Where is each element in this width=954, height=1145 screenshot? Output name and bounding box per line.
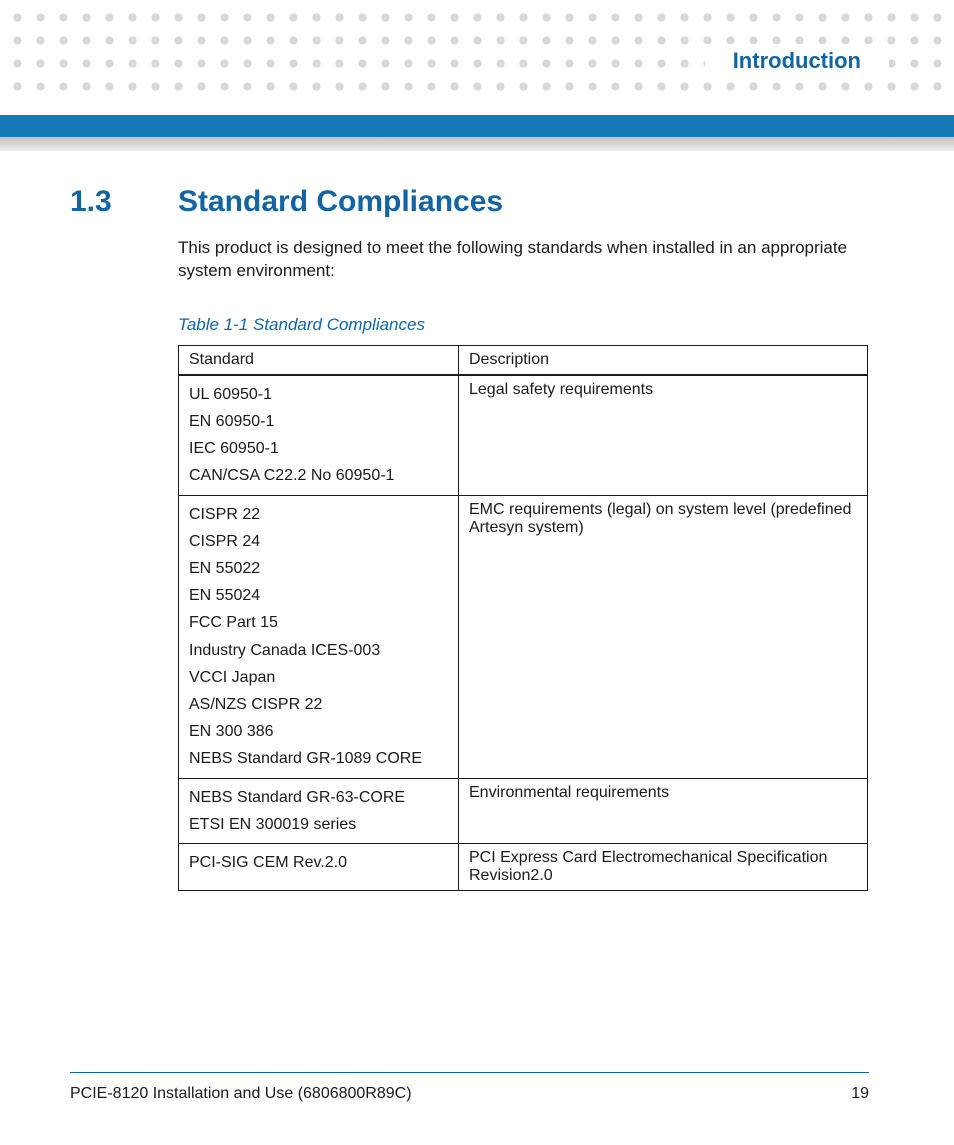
section-intro-text: This product is designed to meet the fol… [178, 237, 869, 283]
standard-item: IEC 60950-1 [189, 435, 448, 462]
table-cell-standard: PCI-SIG CEM Rev.2.0 [179, 843, 459, 890]
footer-doc-title: PCIE-8120 Installation and Use (6806800R… [70, 1085, 412, 1103]
table-row: PCI-SIG CEM Rev.2.0 PCI Express Card Elec… [179, 843, 868, 890]
table-cell-description: Legal safety requirements [459, 375, 868, 495]
table-cell-standard: CISPR 22CISPR 24EN 55022EN 55024FCC Part… [179, 495, 459, 778]
header-gray-bar [0, 137, 954, 151]
table-cell-description: EMC requirements (legal) on system level… [459, 495, 868, 778]
standard-item: CISPR 22 [189, 501, 448, 528]
footer-page-number: 19 [851, 1085, 869, 1103]
standard-item: ETSI EN 300019 series [189, 811, 448, 838]
header-blue-bar [0, 115, 954, 137]
standard-item: Industry Canada ICES-003 [189, 637, 448, 664]
table-header-description: Description [459, 345, 868, 375]
standard-item: NEBS Standard GR-63-CORE [189, 784, 448, 811]
table-row: CISPR 22CISPR 24EN 55022EN 55024FCC Part… [179, 495, 868, 778]
table-caption: Table 1-1 Standard Compliances [178, 315, 869, 335]
standard-item: CAN/CSA C22.2 No 60950-1 [189, 462, 448, 489]
standard-item: EN 55024 [189, 582, 448, 609]
table-row: UL 60950-1EN 60950-1IEC 60950-1CAN/CSA C… [179, 375, 868, 495]
page-content: 1.3 Standard Compliances This product is… [70, 185, 869, 891]
standard-item: AS/NZS CISPR 22 [189, 691, 448, 718]
chapter-title: Introduction [725, 48, 869, 74]
table-cell-standard: UL 60950-1EN 60950-1IEC 60950-1CAN/CSA C… [179, 375, 459, 495]
section-title: Standard Compliances [178, 185, 503, 219]
table-cell-description: Environmental requirements [459, 778, 868, 843]
table-cell-standard: NEBS Standard GR-63-COREETSI EN 300019 s… [179, 778, 459, 843]
standard-item: PCI-SIG CEM Rev.2.0 [189, 849, 448, 876]
standard-item: UL 60950-1 [189, 381, 448, 408]
standard-item: FCC Part 15 [189, 609, 448, 636]
table-row: NEBS Standard GR-63-COREETSI EN 300019 s… [179, 778, 868, 843]
standard-item: EN 300 386 [189, 718, 448, 745]
standard-item: EN 55022 [189, 555, 448, 582]
page-footer: PCIE-8120 Installation and Use (6806800R… [70, 1072, 869, 1103]
compliance-table: Standard Description UL 60950-1EN 60950-… [178, 345, 868, 891]
standard-item: EN 60950-1 [189, 408, 448, 435]
standard-item: NEBS Standard GR-1089 CORE [189, 745, 448, 772]
standard-item: CISPR 24 [189, 528, 448, 555]
table-cell-description: PCI Express Card Electromechanical Speci… [459, 843, 868, 890]
section-number: 1.3 [70, 185, 178, 219]
standard-item: VCCI Japan [189, 664, 448, 691]
table-header-standard: Standard [179, 345, 459, 375]
section-heading: 1.3 Standard Compliances [70, 185, 869, 219]
table-header-row: Standard Description [179, 345, 868, 375]
